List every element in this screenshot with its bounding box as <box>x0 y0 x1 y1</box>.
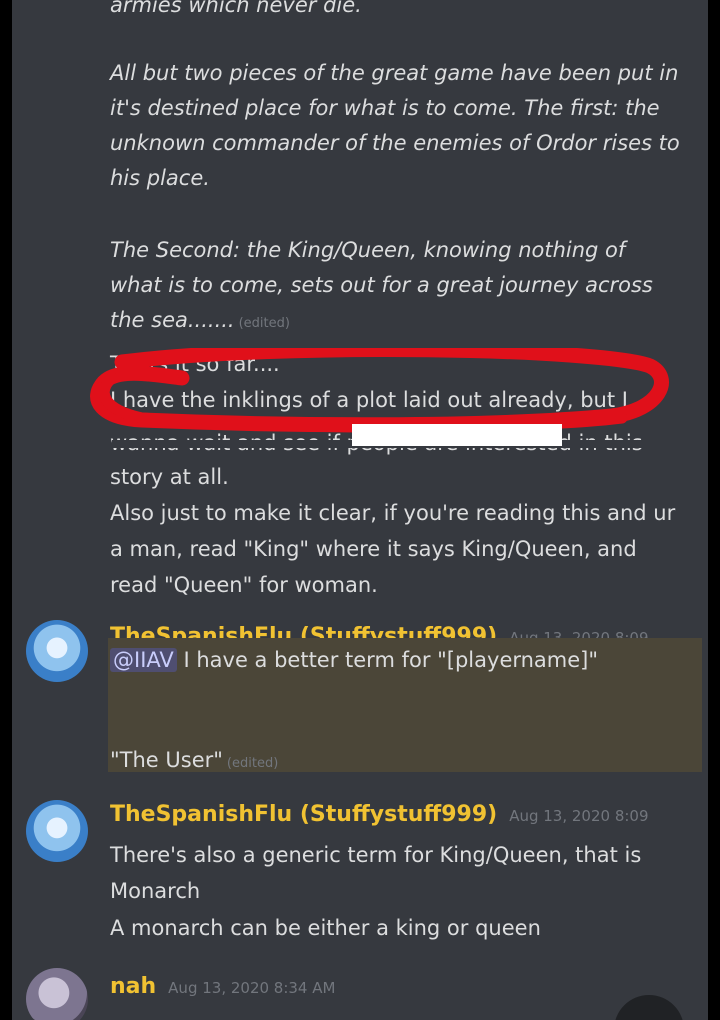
message-line: "The User" (edited) <box>110 743 278 781</box>
avatar[interactable] <box>26 968 88 1020</box>
author-name[interactable]: nah <box>110 974 156 999</box>
story-line-text: the sea....... <box>110 308 235 332</box>
story-line: armies which never die. <box>110 0 362 17</box>
message-line: A monarch can be either a king or queen <box>110 916 541 940</box>
edited-label: (edited) <box>238 316 290 331</box>
message-line: story at all. <box>110 465 229 489</box>
edited-label: (edited) <box>226 756 279 771</box>
message-text: "The User" <box>110 748 223 772</box>
message-line: @IIAV I have a better term for "[playern… <box>110 643 598 678</box>
story-line: what is to come, sets out for a great jo… <box>110 273 653 297</box>
message-header: nah Aug 13, 2020 8:34 AM <box>110 974 335 999</box>
story-line: it's destined place for what is to come.… <box>110 96 660 120</box>
jump-to-present-button[interactable] <box>614 995 684 1020</box>
message-line: I have the inklings of a plot laid out a… <box>110 388 628 412</box>
avatar[interactable] <box>26 800 88 862</box>
story-line: unknown commander of the enemies of Ordo… <box>110 131 680 155</box>
avatar[interactable] <box>26 620 88 682</box>
story-line: The Second: the King/Queen, knowing noth… <box>110 238 626 262</box>
user-mention[interactable]: @IIAV <box>110 648 177 672</box>
story-line: All but two pieces of the great game hav… <box>110 61 679 85</box>
chat-scroll-area[interactable]: armies which never die. All but two piec… <box>12 0 708 1020</box>
message-line: a man, read "King" where it says King/Qu… <box>110 537 637 561</box>
author-name[interactable]: TheSpanishFlu (Stuffystuff999) <box>110 802 497 827</box>
timestamp: Aug 13, 2020 8:34 AM <box>168 979 336 997</box>
message-line: There's also a generic term for King/Que… <box>110 843 642 867</box>
message-line: Also just to make it clear, if you're re… <box>110 501 676 525</box>
message-line: Thats it so far.... <box>110 352 280 376</box>
message-text: I have a better term for "[playername]" <box>183 648 599 672</box>
story-line: his place. <box>110 166 210 190</box>
scribble-cover <box>352 424 562 446</box>
story-line-last: the sea....... (edited) <box>110 303 290 341</box>
message-line: Monarch <box>110 879 201 903</box>
message-header: TheSpanishFlu (Stuffystuff999) Aug 13, 20… <box>110 802 649 827</box>
message-line: read "Queen" for woman. <box>110 573 378 597</box>
timestamp: Aug 13, 2020 8:09 <box>509 807 649 825</box>
